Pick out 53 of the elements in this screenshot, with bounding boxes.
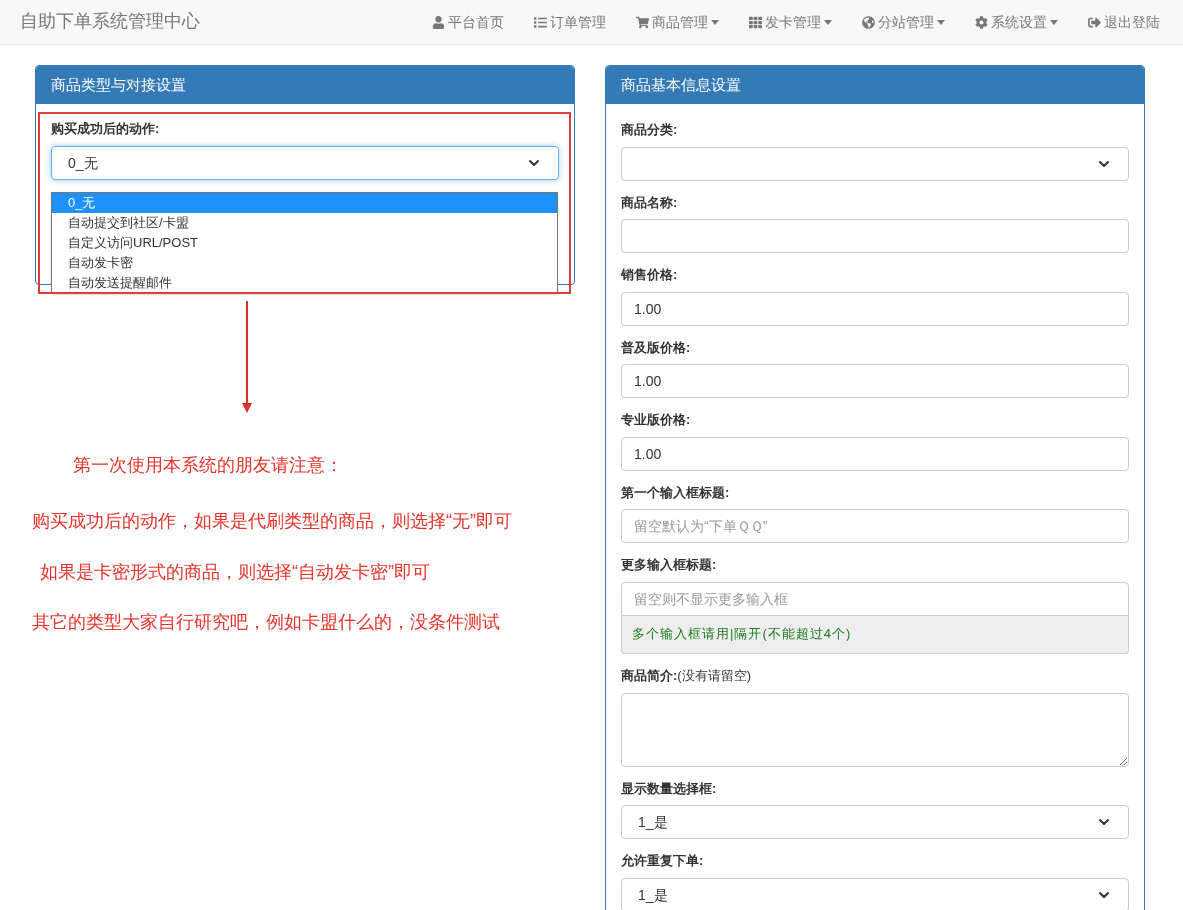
caret-icon — [937, 19, 945, 25]
list-icon — [534, 15, 547, 29]
field-label: 允许重复下单: — [621, 852, 704, 871]
grid-icon — [749, 15, 762, 29]
text-area[interactable] — [621, 692, 1129, 767]
settings-icon — [975, 15, 988, 29]
field-label: 商品简介: — [621, 666, 678, 685]
field-label: 显示数量选择框: — [621, 779, 717, 798]
caret-icon — [1050, 19, 1058, 25]
select-field[interactable]: 1_是 — [621, 805, 1129, 840]
nav-link[interactable]: 订单管理 — [534, 12, 606, 32]
field-label: 普及版价格: — [621, 338, 691, 357]
caret-icon — [711, 19, 719, 25]
nav-link[interactable]: 平台首页 — [432, 12, 504, 32]
user-icon — [432, 15, 445, 29]
panel-header: 商品基本信息设置 — [606, 66, 1144, 104]
logout-icon — [1088, 15, 1101, 29]
note-text: 购买成功后的动作，如果是代刷类型的商品，则选择“无”即可 — [32, 509, 512, 533]
input-field[interactable]: 1.00 — [621, 436, 1129, 471]
input-field[interactable]: 1.00 — [621, 364, 1129, 399]
brand-title[interactable]: 自助下单系统管理中心 — [20, 9, 200, 35]
field-label: 第一个输入框标题: — [621, 483, 730, 502]
input-field[interactable]: 1.00 — [621, 291, 1129, 326]
nav-link[interactable]: 发卡管理 — [749, 12, 832, 32]
field-label: 商品分类: — [621, 121, 678, 139]
globe-icon — [862, 15, 875, 29]
dropdown-option[interactable]: 自动发卡密 — [52, 253, 557, 273]
note-text: 其它的类型大家自行研究吧，例如卡盟什么的，没条件测试 — [32, 611, 500, 635]
note-text: 第一次使用本系统的朋友请注意： — [73, 454, 343, 477]
select-field[interactable]: 1_是 — [621, 877, 1129, 910]
cart-icon — [636, 15, 649, 29]
input-field[interactable] — [621, 219, 1129, 254]
field-label: 购买成功后的动作: — [51, 120, 161, 138]
input-field[interactable]: 留空默认为“下单ＱＱ” — [621, 509, 1129, 544]
select-field[interactable] — [621, 146, 1129, 181]
nav-link[interactable]: 分站管理 — [862, 12, 945, 32]
input-field[interactable]: 留空则不显示更多输入框 — [621, 581, 1129, 616]
caret-icon — [824, 19, 832, 25]
field-label: 销售价格: — [621, 266, 678, 285]
field-label: 商品名称: — [621, 193, 678, 212]
note-text: 如果是卡密形式的商品，则选择“自动发卡密”即可 — [40, 561, 430, 585]
field-label: 专业版价格: — [621, 411, 691, 430]
field-note: (没有请留空) — [677, 666, 751, 685]
field-label: 更多输入框标题: — [621, 556, 717, 575]
nav-link[interactable]: 商品管理 — [636, 12, 719, 32]
dropdown-option[interactable]: 自定义访问URL/POST — [52, 233, 557, 253]
nav-link[interactable]: 系统设置 — [975, 12, 1058, 32]
nav-link[interactable]: 退出登陆 — [1088, 12, 1160, 32]
help-text: 多个输入框请用|隔开(不能超过4个) — [621, 615, 1129, 654]
dropdown-option[interactable]: 自动发送提醒邮件 — [52, 273, 557, 293]
panel-header: 商品类型与对接设置 — [36, 66, 574, 104]
dropdown-option[interactable]: 自动提交到社区/卡盟 — [52, 213, 557, 233]
action-select[interactable]: 0_无 — [51, 145, 559, 180]
